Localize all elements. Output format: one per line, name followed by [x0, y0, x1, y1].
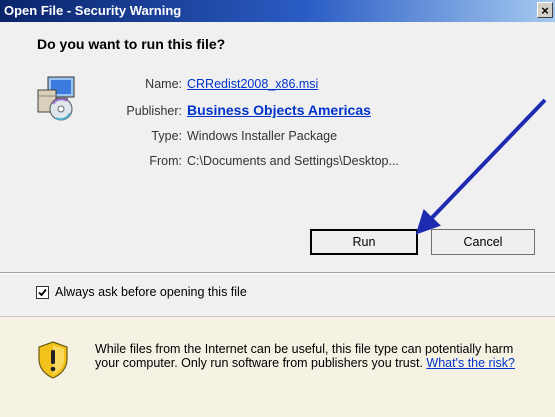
- publisher-label: Publisher:: [126, 104, 182, 118]
- from-value: C:\Documents and Settings\Desktop...: [187, 154, 399, 168]
- dialog-title: Open File - Security Warning: [4, 3, 182, 18]
- file-name-link[interactable]: CRRedist2008_x86.msi: [187, 77, 318, 91]
- close-button[interactable]: ×: [537, 2, 553, 18]
- always-ask-checkbox[interactable]: [36, 286, 49, 299]
- type-row: Type: Windows Installer Package: [0, 129, 337, 143]
- close-icon: ×: [541, 3, 549, 18]
- publisher-row: Publisher: Business Objects Americas: [0, 102, 371, 118]
- title-bar: Open File - Security Warning ×: [0, 0, 555, 22]
- run-button[interactable]: Run: [310, 229, 418, 255]
- always-ask-label[interactable]: Always ask before opening this file: [55, 285, 247, 299]
- security-warning-dialog: Open File - Security Warning × Do you wa…: [0, 0, 555, 417]
- type-value: Windows Installer Package: [187, 129, 338, 143]
- file-name-row: Name: CRRedist2008_x86.msi: [0, 77, 318, 91]
- dialog-question: Do you want to run this file?: [37, 36, 226, 52]
- risk-link[interactable]: What's the risk?: [426, 356, 515, 370]
- type-label: Type:: [151, 129, 182, 143]
- warning-text-block: While files from the Internet can be use…: [95, 342, 535, 370]
- publisher-link[interactable]: Business Objects Americas: [187, 102, 371, 118]
- shield-warning-icon: [38, 341, 68, 379]
- from-row: From: C:\Documents and Settings\Desktop..…: [0, 154, 399, 168]
- cancel-button[interactable]: Cancel: [431, 229, 535, 255]
- checkmark-icon: [38, 288, 47, 297]
- name-label: Name:: [145, 77, 182, 91]
- from-label: From:: [149, 154, 182, 168]
- divider: [0, 272, 555, 274]
